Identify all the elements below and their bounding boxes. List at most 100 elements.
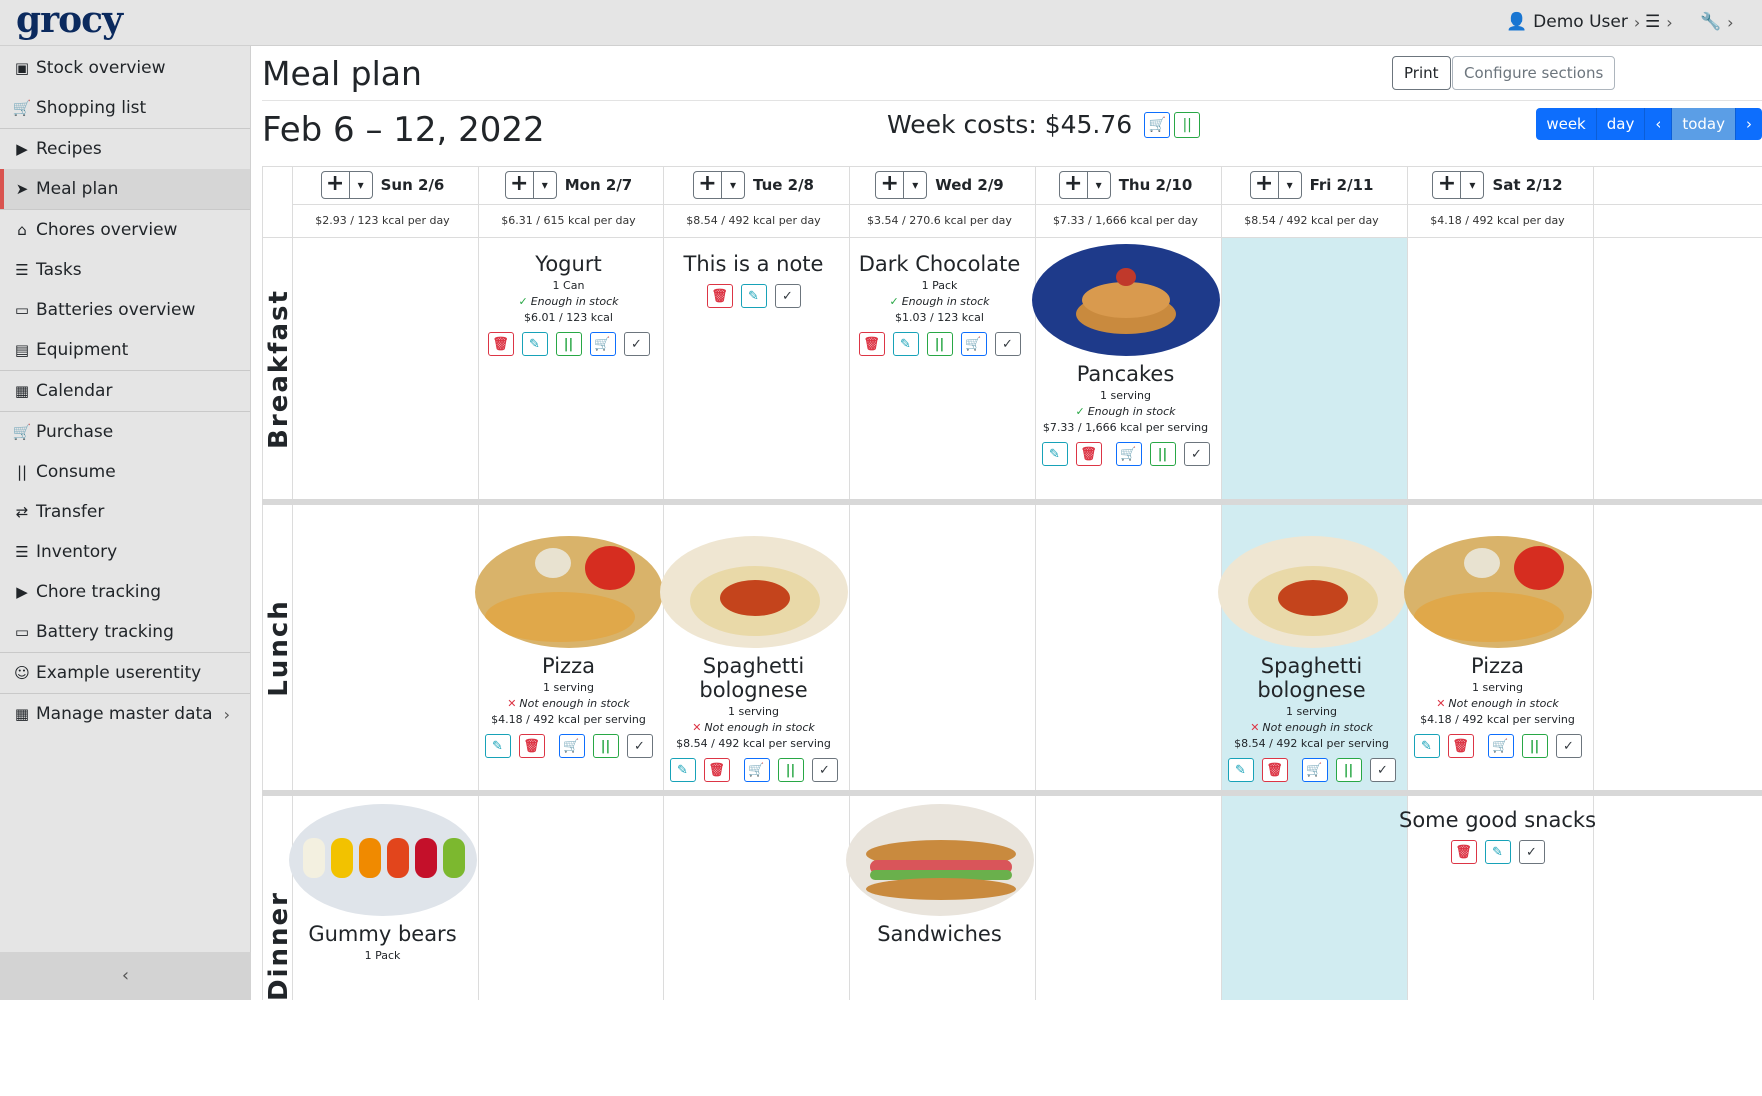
- add-entry-button[interactable]: +: [876, 172, 905, 198]
- delete-button[interactable]: 🗑: [858, 332, 885, 356]
- add-entry-button[interactable]: +: [694, 172, 722, 198]
- entry-title: Some good snacks: [1398, 808, 1597, 832]
- sidebar-item-purchase[interactable]: 🛒 Purchase: [0, 412, 250, 452]
- edit-button[interactable]: ✎: [484, 734, 511, 758]
- entry-title: Dark Chocolate: [858, 252, 1021, 276]
- mark-done-button[interactable]: ✓: [811, 758, 838, 782]
- view-day-button[interactable]: day: [1596, 108, 1646, 140]
- consume-button[interactable]: ||: [777, 758, 804, 782]
- meal-entry: Spaghetti bolognese 1 serving ✕ Not enoug…: [1207, 536, 1416, 782]
- configure-sections-button[interactable]: Configure sections: [1452, 56, 1616, 90]
- add-to-shopping-list-button[interactable]: 🛒: [743, 758, 770, 782]
- delete-button[interactable]: 🗑: [703, 758, 730, 782]
- edit-button[interactable]: ✎: [1413, 734, 1440, 758]
- delete-button[interactable]: 🗑: [487, 332, 514, 356]
- tools-menu[interactable]: 🔧 ›: [1700, 12, 1734, 32]
- sidebar-item-shopping-list[interactable]: 🛒 Shopping list: [0, 88, 250, 128]
- sidebar-item-manage-master-data[interactable]: ▦ Manage master data ›: [0, 694, 250, 734]
- consume-week-button[interactable]: ||: [1174, 111, 1201, 138]
- add-entry-dropdown[interactable]: ▾: [722, 172, 744, 198]
- add-entry-dropdown[interactable]: ▾: [904, 172, 926, 198]
- day-name: Mon 2/7: [564, 176, 633, 194]
- add-to-shopping-list-button[interactable]: 🛒: [1487, 734, 1514, 758]
- delete-button[interactable]: 🗑: [706, 284, 733, 308]
- sidebar-item-tasks[interactable]: ☰ Tasks: [0, 250, 250, 290]
- x-icon: ✕: [1436, 697, 1446, 710]
- mark-done-button[interactable]: ✓: [1518, 840, 1545, 864]
- delete-button[interactable]: 🗑: [1075, 442, 1102, 466]
- sidebar-item-stock-overview[interactable]: ▣ Stock overview: [0, 48, 250, 88]
- edit-button[interactable]: ✎: [1227, 758, 1254, 782]
- add-entry-button[interactable]: +: [506, 172, 534, 198]
- add-entry-button[interactable]: +: [322, 172, 350, 198]
- edit-button[interactable]: ✎: [892, 332, 919, 356]
- add-entry-button[interactable]: +: [1433, 172, 1462, 198]
- section-separator: [262, 499, 1762, 505]
- edit-button[interactable]: ✎: [1041, 442, 1068, 466]
- mark-done-button[interactable]: ✓: [1555, 734, 1582, 758]
- add-entry-dropdown[interactable]: ▾: [534, 172, 556, 198]
- sidebar-item-battery-tracking[interactable]: ▭ Battery tracking: [0, 612, 250, 652]
- entry-actions: 🗑 ✎ || 🛒 ✓: [835, 332, 1044, 356]
- edit-button[interactable]: ✎: [1484, 840, 1511, 864]
- sidebar-item-example-userentity[interactable]: ☺ Example userentity: [0, 653, 250, 693]
- consume-button[interactable]: ||: [926, 332, 953, 356]
- next-week-button[interactable]: ›: [1736, 108, 1762, 140]
- sidebar-item-recipes[interactable]: ▶ Recipes: [0, 129, 250, 169]
- meal-entry: This is a note 🗑 ✎ ✓: [649, 252, 858, 308]
- consume-button[interactable]: ||: [1149, 442, 1176, 466]
- sidebar-item-consume[interactable]: || Consume: [0, 452, 250, 492]
- sidebar-collapse-button[interactable]: ‹: [0, 952, 251, 1000]
- add-entry-button[interactable]: +: [1251, 172, 1279, 198]
- prev-week-button[interactable]: ‹: [1645, 108, 1673, 140]
- consume-button[interactable]: ||: [1335, 758, 1362, 782]
- sidebar-item-chore-tracking[interactable]: ▶ Chore tracking: [0, 572, 250, 612]
- delete-button[interactable]: 🗑: [518, 734, 545, 758]
- edit-button[interactable]: ✎: [521, 332, 548, 356]
- entry-amount: 1 serving: [1099, 389, 1152, 402]
- delete-button[interactable]: 🗑: [1261, 758, 1288, 782]
- add-to-shopping-list-button[interactable]: 🛒: [1301, 758, 1328, 782]
- add-to-shopping-list-button[interactable]: 🛒: [558, 734, 585, 758]
- mark-done-button[interactable]: ✓: [1369, 758, 1396, 782]
- view-week-button[interactable]: week: [1536, 108, 1597, 140]
- edit-button[interactable]: ✎: [740, 284, 767, 308]
- user-menu[interactable]: 👤 Demo User ›: [1506, 12, 1640, 32]
- add-to-shopping-list-button[interactable]: 🛒: [1115, 442, 1142, 466]
- add-to-shopping-list-button[interactable]: 🛒: [960, 332, 987, 356]
- day-name: Wed 2/9: [935, 176, 1004, 194]
- print-button[interactable]: Print: [1392, 56, 1451, 90]
- sidebar-item-meal-plan[interactable]: ➤ Meal plan: [0, 169, 250, 209]
- edit-button[interactable]: ✎: [669, 758, 696, 782]
- sidebar-item-batteries-overview[interactable]: ▭ Batteries overview: [0, 290, 250, 330]
- delete-button[interactable]: 🗑: [1447, 734, 1474, 758]
- settings-menu[interactable]: ☰ ›: [1645, 12, 1673, 32]
- app-logo[interactable]: grocy: [16, 0, 123, 40]
- mark-done-button[interactable]: ✓: [774, 284, 801, 308]
- add-entry-dropdown[interactable]: ▾: [350, 172, 372, 198]
- add-to-shopping-list-button[interactable]: 🛒: [589, 332, 616, 356]
- consume-button[interactable]: ||: [1521, 734, 1548, 758]
- sidebar-item-calendar[interactable]: ▦ Calendar: [0, 371, 250, 411]
- sidebar-item-inventory[interactable]: ☰ Inventory: [0, 532, 250, 572]
- sidebar-item-equipment[interactable]: ▤ Equipment: [0, 330, 250, 370]
- utensils-icon: ||: [1182, 116, 1192, 133]
- chevron-left-icon: ‹: [121, 965, 130, 986]
- add-entry-dropdown[interactable]: ▾: [1461, 172, 1483, 198]
- sidebar-item-transfer[interactable]: ⇄ Transfer: [0, 492, 250, 532]
- add-entry-button[interactable]: +: [1060, 172, 1088, 198]
- consume-button[interactable]: ||: [592, 734, 619, 758]
- add-entry-dropdown[interactable]: ▾: [1088, 172, 1110, 198]
- mark-done-button[interactable]: ✓: [623, 332, 650, 356]
- sidebar-item-chores-overview[interactable]: ⌂ Chores overview: [0, 210, 250, 250]
- mark-done-button[interactable]: ✓: [1183, 442, 1210, 466]
- chevron-right-icon: ›: [1633, 12, 1641, 32]
- calendar-view-switcher: week day ‹ today ›: [1536, 108, 1762, 140]
- add-entry-dropdown[interactable]: ▾: [1279, 172, 1301, 198]
- add-week-to-shopping-list-button[interactable]: 🛒: [1144, 111, 1171, 138]
- today-button[interactable]: today: [1672, 108, 1736, 140]
- check-icon: ✓: [518, 295, 528, 308]
- mark-done-button[interactable]: ✓: [994, 332, 1021, 356]
- delete-button[interactable]: 🗑: [1450, 840, 1477, 864]
- consume-button[interactable]: ||: [555, 332, 582, 356]
